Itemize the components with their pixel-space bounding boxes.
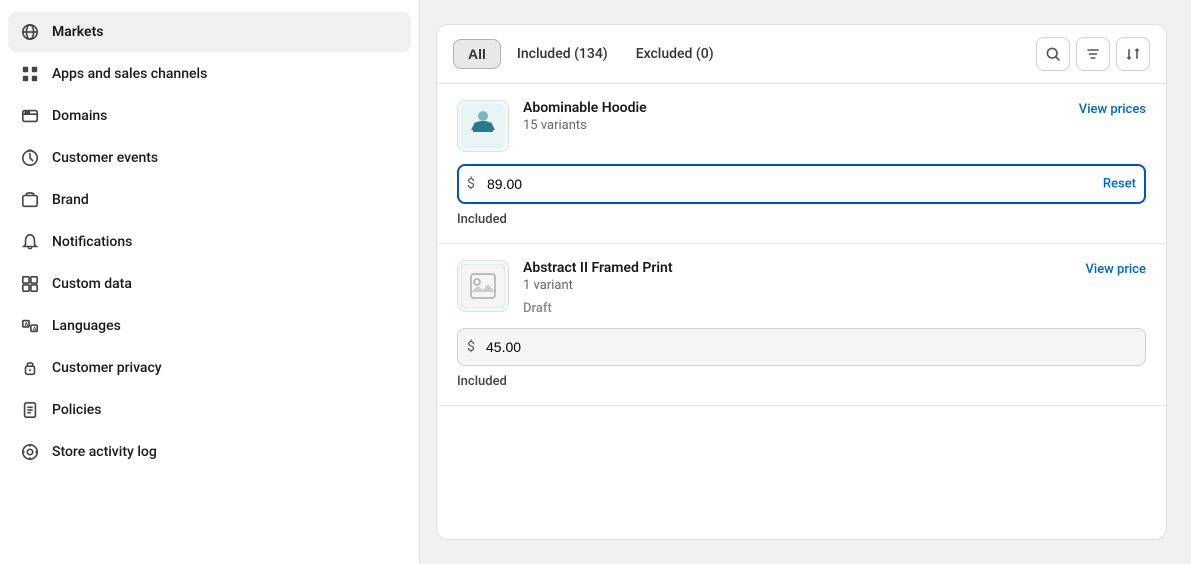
sort-icon (1125, 46, 1141, 62)
tab-bar: All Included (134) Excluded (0) (437, 25, 1166, 84)
tab-actions (1036, 37, 1150, 71)
sidebar-item-policies[interactable]: Policies (8, 390, 411, 430)
product-info-1: Abominable Hoodie 15 variants (523, 100, 1065, 133)
sidebar-item-markets[interactable]: Markets (8, 12, 411, 52)
sidebar-item-customer-events[interactable]: Customer events (8, 138, 411, 178)
price-prefix-2: $ (467, 339, 475, 355)
svg-text:A: A (33, 327, 37, 333)
price-input-wrap-2: $ (457, 328, 1146, 366)
privacy-icon (20, 358, 40, 378)
tab-all[interactable]: All (453, 39, 501, 69)
sidebar-item-customer-privacy[interactable]: Customer privacy (8, 348, 411, 388)
table-row: Abstract II Framed Print 1 variant Draft… (437, 244, 1166, 406)
product-name-2: Abstract II Framed Print (523, 260, 1071, 276)
filter-button[interactable] (1076, 37, 1110, 71)
domains-icon (20, 106, 40, 126)
sidebar-item-custom-data[interactable]: Custom data (8, 264, 411, 304)
sidebar-item-apps-sales-label: Apps and sales channels (52, 66, 207, 82)
product-thumbnail-2 (457, 260, 509, 312)
status-badge-2: Included (457, 374, 1146, 389)
price-prefix-1: $ (467, 176, 475, 192)
sidebar-item-domains[interactable]: Domains (8, 96, 411, 136)
sidebar-item-notifications-label: Notifications (52, 234, 132, 250)
policies-icon (20, 400, 40, 420)
data-icon (20, 274, 40, 294)
sidebar-item-brand[interactable]: Brand (8, 180, 411, 220)
price-input-1[interactable] (457, 164, 1146, 204)
log-icon (20, 442, 40, 462)
sidebar-item-customer-privacy-label: Customer privacy (52, 360, 162, 376)
search-button[interactable] (1036, 37, 1070, 71)
tab-excluded[interactable]: Excluded (0) (624, 40, 726, 68)
tab-included[interactable]: Included (134) (505, 40, 620, 68)
filter-icon (1085, 46, 1101, 62)
sidebar-item-store-activity-log-label: Store activity log (52, 444, 157, 460)
price-reset-1[interactable]: Reset (1103, 177, 1136, 192)
price-input-2[interactable] (457, 328, 1146, 366)
apps-icon (20, 64, 40, 84)
product-variants-1: 15 variants (523, 118, 1065, 133)
product-variants-2: 1 variant (523, 278, 1071, 293)
sort-button[interactable] (1116, 37, 1150, 71)
sidebar: Markets Apps and sales channels Domains (0, 0, 420, 564)
bell-icon (20, 232, 40, 252)
sidebar-item-brand-label: Brand (52, 192, 89, 208)
sidebar-item-languages-label: Languages (52, 318, 121, 334)
sidebar-item-store-activity-log[interactable]: Store activity log (8, 432, 411, 472)
sidebar-item-domains-label: Domains (52, 108, 107, 124)
globe-icon (20, 22, 40, 42)
sidebar-item-policies-label: Policies (52, 402, 102, 418)
view-prices-link-1[interactable]: View prices (1079, 100, 1146, 117)
product-thumbnail-1 (457, 100, 509, 152)
product-list: Abominable Hoodie 15 variants View price… (437, 84, 1166, 539)
sidebar-item-languages[interactable]: A A Languages (8, 306, 411, 346)
product-name-1: Abominable Hoodie (523, 100, 1065, 116)
sidebar-item-markets-label: Markets (52, 24, 104, 40)
sidebar-item-apps-sales[interactable]: Apps and sales channels (8, 54, 411, 94)
sidebar-item-notifications[interactable]: Notifications (8, 222, 411, 262)
status-badge-1: Included (457, 212, 1146, 227)
price-input-wrap-1: $ Reset (457, 164, 1146, 204)
product-info-2: Abstract II Framed Print 1 variant Draft (523, 260, 1071, 316)
brand-icon (20, 190, 40, 210)
table-row: Abominable Hoodie 15 variants View price… (437, 84, 1166, 244)
main-panel: All Included (134) Excluded (0) (436, 24, 1167, 540)
languages-icon: A A (20, 316, 40, 336)
view-prices-link-2[interactable]: View price (1085, 260, 1146, 277)
search-icon (1045, 46, 1061, 62)
sidebar-item-customer-events-label: Customer events (52, 150, 158, 166)
sidebar-item-custom-data-label: Custom data (52, 276, 132, 292)
product-draft-badge: Draft (523, 301, 1071, 316)
events-icon (20, 148, 40, 168)
svg-text:A: A (25, 322, 29, 328)
